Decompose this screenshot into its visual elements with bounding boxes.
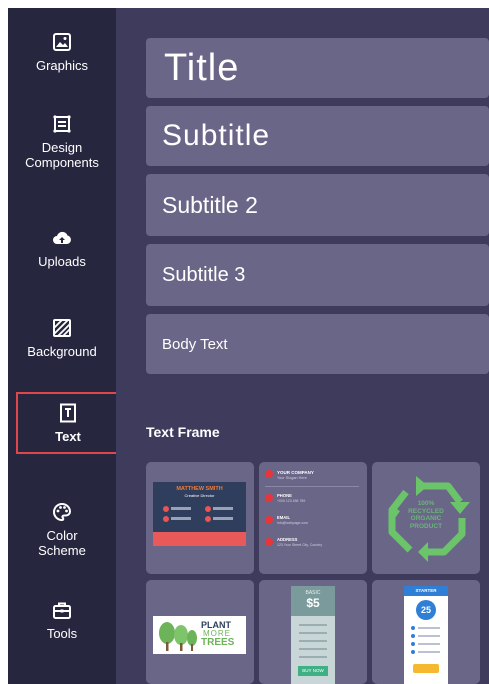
add-subtitle-3-button[interactable]: Subtitle 3	[146, 244, 489, 306]
phone-icon	[265, 494, 273, 502]
check-icon	[411, 642, 415, 646]
hatched-square-icon	[53, 319, 71, 337]
badge-line: ORGANIC	[410, 515, 442, 522]
feature-line	[418, 635, 440, 637]
plan-price: $5	[306, 596, 320, 610]
button-label: Subtitle 2	[162, 191, 258, 218]
contact-value: +000 123 456 789	[277, 499, 306, 503]
card-thumbnail: MATTHEW SMITH Creative Director	[153, 482, 246, 546]
contact-line	[213, 507, 233, 510]
plan-label: STARTER	[404, 586, 448, 596]
sidebar-item-label: Tools	[46, 626, 78, 641]
feature-line	[299, 624, 327, 626]
pricing-card: BASIC $5 BUY NOW	[291, 586, 335, 684]
sidebar-item-label: Color Scheme	[38, 528, 86, 558]
badge-line: PRODUCT	[409, 522, 443, 530]
contact-dot	[163, 506, 169, 512]
trees-card: PLANT MORE TREES	[153, 616, 246, 654]
feature-line	[299, 656, 327, 658]
contact-label: EMAIL	[277, 515, 291, 520]
sidebar-item-graphics[interactable]: Graphics	[8, 32, 116, 73]
contact-line	[171, 507, 191, 510]
divider	[265, 486, 359, 487]
sidebar-item-tools[interactable]: Tools	[8, 600, 116, 641]
cloud-upload-icon	[53, 231, 71, 244]
sidebar-item-label: Text	[55, 428, 81, 444]
text-frame-tile-pricing-basic[interactable]: BASIC $5 BUY NOW	[259, 580, 367, 684]
text-frame-tile-contact-list[interactable]: YOUR COMPANY Your Slogan Here PHONE +000…	[259, 462, 367, 574]
palette-icon	[53, 502, 72, 522]
add-body-text-button[interactable]: Body Text	[146, 314, 489, 374]
badge-line: RECYCLED	[408, 507, 444, 515]
feature-line	[299, 632, 327, 634]
badge-text: 100% RECYCLED ORGANIC PRODUCT	[372, 500, 480, 530]
sidebar-item-color-scheme[interactable]: Color Scheme	[8, 502, 116, 558]
sidebar-item-label: Background	[27, 344, 97, 359]
logo-dot	[265, 470, 273, 478]
feature-line	[418, 627, 440, 629]
sidebar-item-label: Design Components	[25, 140, 99, 170]
button-label: Subtitle	[162, 119, 271, 152]
company-slogan: Your Slogan Here	[277, 476, 307, 480]
text-panel: Title Subtitle Subtitle 2 Subtitle 3 Bod…	[116, 8, 489, 684]
add-subtitle-button[interactable]: Subtitle	[146, 106, 489, 166]
badge-line: 100%	[417, 500, 435, 507]
buy-now-label: BUY NOW	[298, 666, 328, 676]
add-subtitle-2-button[interactable]: Subtitle 2	[146, 174, 489, 236]
sidebar-item-uploads[interactable]: Uploads	[8, 228, 116, 269]
check-icon	[411, 634, 415, 638]
email-icon	[265, 516, 273, 524]
section-heading-text-frame: Text Frame	[146, 424, 220, 440]
button-label: Title	[164, 46, 240, 89]
app-window: Graphics Design Components Uploads Backg…	[0, 0, 489, 684]
check-icon	[411, 626, 415, 630]
text-frame-tile-business-card[interactable]: MATTHEW SMITH Creative Director	[146, 462, 254, 574]
location-icon	[265, 538, 273, 546]
sidebar-item-label: Graphics	[35, 58, 89, 73]
contact-label: PHONE	[277, 493, 292, 498]
contact-line	[171, 517, 191, 520]
button-label: Subtitle 3	[162, 263, 246, 286]
card-role: Creative Director	[184, 493, 215, 498]
text-frame-icon	[60, 403, 76, 422]
sidebar-item-design-components[interactable]: Design Components	[8, 114, 116, 170]
contact-dot	[163, 516, 169, 522]
button-label: Body Text	[162, 335, 228, 353]
feature-line	[299, 648, 327, 650]
feature-line	[418, 643, 440, 645]
feature-line	[418, 651, 440, 653]
pricing-card: STARTER 25	[404, 586, 448, 684]
add-title-button[interactable]: Title	[146, 38, 489, 98]
contact-line	[213, 517, 233, 520]
feature-line	[299, 640, 327, 642]
image-icon	[53, 33, 71, 51]
card-footer-bar	[153, 532, 246, 546]
components-icon	[53, 115, 71, 133]
check-icon	[411, 650, 415, 654]
contact-label: ADDRESS	[277, 537, 298, 542]
cta-button	[413, 664, 439, 673]
contact-dot	[205, 516, 211, 522]
contact-dot	[205, 506, 211, 512]
sidebar: Graphics Design Components Uploads Backg…	[8, 8, 120, 684]
sidebar-item-text[interactable]: Text	[16, 392, 120, 454]
sidebar-item-background[interactable]: Background	[8, 318, 116, 359]
contact-value: 123 Your Street City, Country	[277, 543, 323, 547]
text-frame-tile-plant-trees[interactable]: PLANT MORE TREES	[146, 580, 254, 684]
toolbox-icon	[53, 602, 71, 619]
plan-price: 25	[416, 600, 436, 620]
sidebar-item-label: Uploads	[38, 254, 86, 269]
contact-value: info@webpage.com	[277, 521, 308, 525]
trees-icon	[159, 622, 197, 651]
card-name: MATTHEW SMITH	[176, 486, 223, 492]
text-frame-tile-pricing-starter[interactable]: STARTER 25	[372, 580, 480, 684]
trees-line-3: TREES	[201, 637, 235, 648]
company-name: YOUR COMPANY	[277, 470, 314, 475]
text-frame-tile-recycle-badge[interactable]: 100% RECYCLED ORGANIC PRODUCT	[372, 462, 480, 574]
